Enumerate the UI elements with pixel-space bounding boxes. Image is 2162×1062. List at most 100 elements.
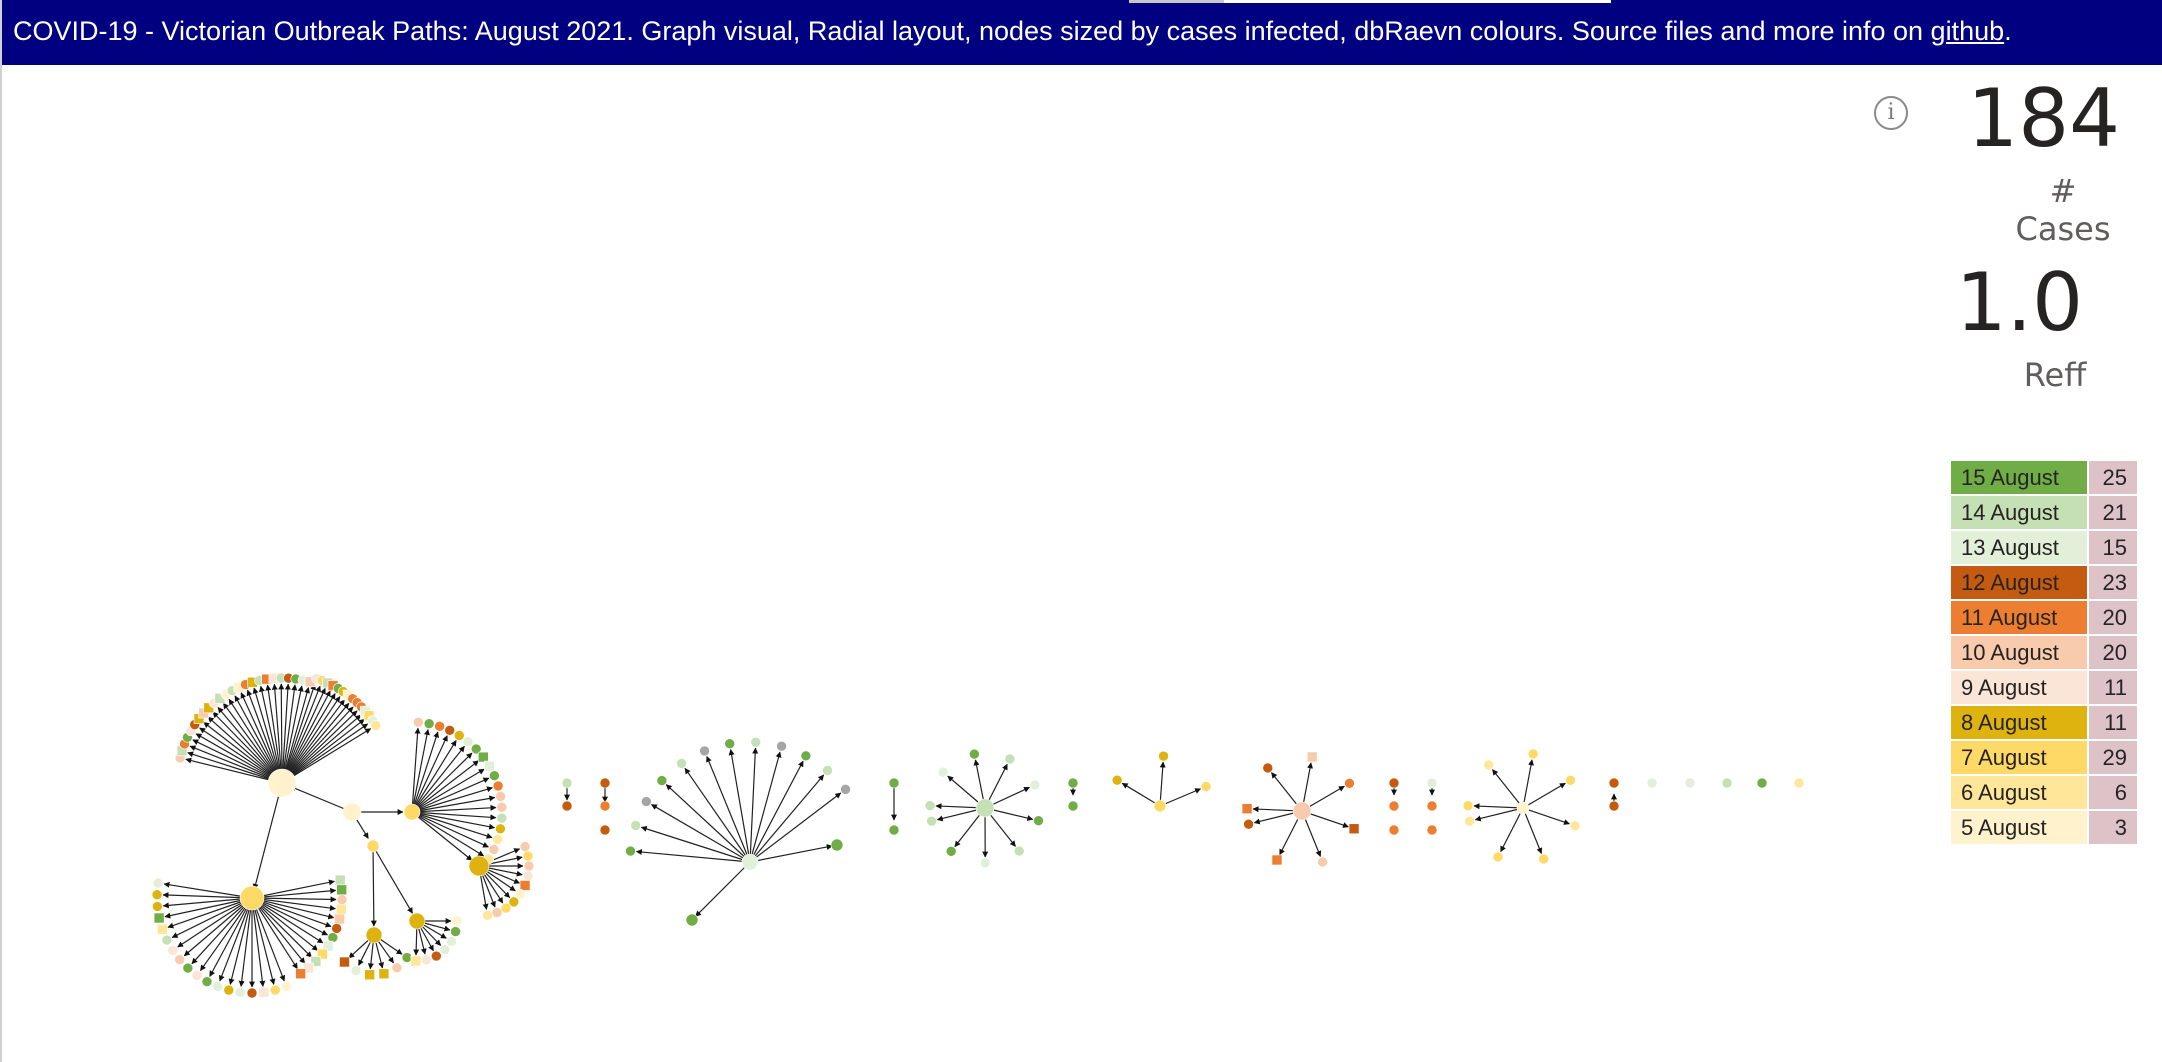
case-node[interactable]	[599, 777, 611, 789]
case-node[interactable]	[676, 758, 687, 769]
case-node[interactable]	[495, 791, 506, 802]
case-node[interactable]	[334, 874, 346, 886]
case-node[interactable]	[1684, 777, 1696, 789]
scrollbar-thumb[interactable]	[1129, 0, 1224, 3]
case-node[interactable]	[336, 884, 347, 896]
case-node[interactable]	[431, 950, 442, 962]
case-node[interactable]	[1721, 777, 1733, 789]
case-node[interactable]	[630, 820, 642, 831]
legend-row[interactable]: 13 August 15	[1951, 531, 2137, 566]
case-node[interactable]	[1793, 777, 1805, 789]
case-node[interactable]	[945, 846, 957, 857]
case-node[interactable]	[496, 812, 508, 824]
legend-row[interactable]: 8 August 11	[1951, 706, 2137, 741]
case-node[interactable]	[408, 912, 426, 930]
case-node[interactable]	[1200, 781, 1212, 792]
case-node[interactable]	[444, 724, 456, 736]
case-node[interactable]	[478, 751, 489, 763]
case-node[interactable]	[239, 885, 265, 911]
case-node[interactable]	[1271, 854, 1283, 866]
case-node[interactable]	[1608, 800, 1620, 812]
case-node[interactable]	[421, 954, 432, 966]
case-node[interactable]	[223, 984, 235, 996]
case-node[interactable]	[1029, 779, 1041, 791]
case-node[interactable]	[434, 721, 445, 732]
case-node[interactable]	[1292, 801, 1312, 821]
case-node[interactable]	[1538, 853, 1549, 865]
case-node[interactable]	[182, 962, 194, 974]
case-node[interactable]	[1344, 777, 1355, 789]
case-node[interactable]	[489, 770, 500, 782]
case-node[interactable]	[484, 760, 495, 772]
case-node[interactable]	[750, 736, 762, 748]
case-node[interactable]	[378, 968, 390, 980]
case-node[interactable]	[482, 909, 493, 921]
case-node[interactable]	[519, 880, 531, 891]
case-node[interactable]	[491, 907, 503, 918]
case-node[interactable]	[152, 901, 163, 912]
case-node[interactable]	[500, 902, 512, 914]
legend-row[interactable]: 5 August 3	[1951, 811, 2137, 846]
legend-row[interactable]: 6 August 6	[1951, 776, 2137, 811]
case-node[interactable]	[335, 904, 347, 915]
case-node[interactable]	[235, 986, 246, 998]
case-node[interactable]	[1013, 845, 1025, 857]
case-node[interactable]	[1067, 800, 1079, 812]
case-node[interactable]	[157, 923, 168, 935]
case-node[interactable]	[1153, 799, 1167, 813]
graph-nodes[interactable]	[151, 672, 1805, 999]
case-node[interactable]	[495, 823, 506, 835]
case-node[interactable]	[1569, 820, 1581, 832]
case-node[interactable]	[191, 970, 203, 981]
case-node[interactable]	[174, 954, 186, 965]
case-node[interactable]	[370, 720, 382, 731]
case-node[interactable]	[800, 750, 812, 762]
case-node[interactable]	[1492, 851, 1504, 863]
case-node[interactable]	[488, 844, 500, 855]
case-node[interactable]	[1241, 803, 1253, 815]
case-node[interactable]	[1462, 800, 1474, 812]
case-node[interactable]	[1388, 800, 1400, 812]
case-node[interactable]	[1464, 815, 1475, 827]
page-scrollbar[interactable]	[1129, 0, 1611, 3]
case-node[interactable]	[685, 913, 699, 927]
case-node[interactable]	[364, 969, 375, 981]
legend-row[interactable]: 7 August 29	[1951, 741, 2137, 776]
case-node[interactable]	[522, 870, 534, 882]
case-node[interactable]	[339, 956, 350, 968]
case-node[interactable]	[1756, 777, 1768, 789]
case-node[interactable]	[1004, 753, 1016, 765]
case-node[interactable]	[968, 748, 980, 760]
case-node[interactable]	[462, 736, 474, 747]
case-node[interactable]	[1565, 774, 1576, 786]
case-node[interactable]	[1426, 824, 1438, 836]
case-node[interactable]	[1111, 774, 1123, 786]
case-node[interactable]	[741, 853, 759, 871]
case-node[interactable]	[979, 857, 991, 869]
case-node[interactable]	[1483, 759, 1495, 771]
case-node[interactable]	[201, 976, 213, 987]
case-node[interactable]	[161, 934, 173, 946]
case-node[interactable]	[830, 838, 844, 852]
case-node[interactable]	[295, 968, 306, 980]
case-node[interactable]	[413, 716, 424, 728]
case-node[interactable]	[366, 839, 380, 853]
case-node[interactable]	[153, 912, 165, 924]
legend-row[interactable]: 15 August 25	[1951, 461, 2137, 496]
case-node[interactable]	[331, 923, 342, 934]
case-node[interactable]	[840, 784, 851, 795]
legend-row[interactable]: 11 August 20	[1951, 601, 2137, 636]
case-node[interactable]	[888, 777, 900, 789]
case-node[interactable]	[212, 981, 223, 992]
case-node[interactable]	[151, 889, 163, 900]
case-node[interactable]	[1388, 824, 1400, 836]
case-node[interactable]	[167, 944, 178, 956]
case-node[interactable]	[561, 777, 573, 789]
legend-row[interactable]: 10 August 20	[1951, 636, 2137, 671]
case-node[interactable]	[258, 986, 270, 998]
case-node[interactable]	[1646, 777, 1658, 789]
case-node[interactable]	[699, 745, 710, 757]
case-node[interactable]	[365, 926, 383, 944]
case-node[interactable]	[1426, 777, 1438, 789]
case-node[interactable]	[924, 800, 936, 812]
